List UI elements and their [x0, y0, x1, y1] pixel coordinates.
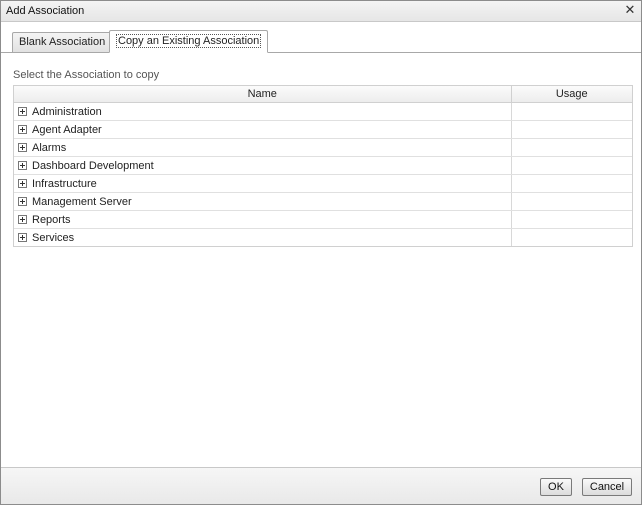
usage-cell [511, 210, 632, 229]
expand-plus-icon[interactable] [18, 215, 27, 224]
cancel-button[interactable]: Cancel [582, 478, 632, 496]
table-row[interactable]: Management Server [14, 192, 632, 211]
ok-button[interactable]: OK [540, 478, 572, 496]
row-name: Alarms [32, 141, 67, 154]
row-name: Infrastructure [32, 177, 97, 190]
name-cell[interactable]: Dashboard Development [14, 156, 512, 175]
name-cell-content: Services [14, 232, 511, 244]
close-icon[interactable]: ✕ [623, 3, 637, 17]
usage-cell [511, 102, 632, 121]
table-row[interactable]: Alarms [14, 138, 632, 157]
name-cell[interactable]: Infrastructure [14, 174, 512, 193]
name-cell[interactable]: Agent Adapter [14, 120, 512, 139]
dialog-footer: OK Cancel [1, 467, 641, 504]
table-row[interactable]: Reports [14, 210, 632, 229]
association-grid: Name Usage Administration Agent Adapter Al… [13, 85, 633, 247]
expand-plus-icon[interactable] [18, 161, 27, 170]
usage-cell [511, 120, 632, 139]
name-cell[interactable]: Administration [14, 102, 512, 121]
expand-plus-icon[interactable] [18, 143, 27, 152]
instructions-label: Select the Association to copy [13, 69, 160, 81]
add-association-dialog: Add Association ✕ Blank Association Copy… [0, 0, 642, 505]
table-row[interactable]: Administration [14, 102, 632, 121]
name-cell-content: Dashboard Development [14, 160, 511, 172]
dialog-title: Add Association [6, 5, 85, 17]
title-bar[interactable]: Add Association ✕ [1, 1, 641, 22]
table-row[interactable]: Agent Adapter [14, 120, 632, 139]
table-row[interactable]: Infrastructure [14, 174, 632, 193]
name-cell[interactable]: Management Server [14, 192, 512, 211]
name-cell[interactable]: Alarms [14, 138, 512, 157]
name-cell[interactable]: Reports [14, 210, 512, 229]
row-name: Reports [32, 213, 71, 226]
row-name: Management Server [32, 195, 132, 208]
tab-label: Copy an Existing Association [116, 34, 262, 48]
column-header-name[interactable]: Name [14, 86, 512, 103]
usage-cell [511, 192, 632, 211]
usage-cell [511, 138, 632, 157]
usage-cell [511, 174, 632, 193]
row-name: Administration [32, 105, 102, 118]
name-cell-content: Infrastructure [14, 178, 511, 190]
column-header-usage[interactable]: Usage [511, 86, 632, 103]
expand-plus-icon[interactable] [18, 179, 27, 188]
tab-blank-association[interactable]: Blank Association [12, 32, 113, 53]
table-row[interactable]: Dashboard Development [14, 156, 632, 175]
table-row[interactable]: Services [14, 228, 632, 247]
usage-cell [511, 156, 632, 175]
name-cell-content: Reports [14, 214, 511, 226]
expand-plus-icon[interactable] [18, 233, 27, 242]
name-cell-content: Administration [14, 106, 511, 118]
tab-copy-existing-association[interactable]: Copy an Existing Association [109, 30, 269, 53]
usage-cell [511, 229, 632, 247]
row-name: Agent Adapter [32, 123, 102, 136]
expand-plus-icon[interactable] [18, 125, 27, 134]
expand-plus-icon[interactable] [18, 107, 27, 116]
row-name: Services [32, 231, 75, 244]
name-cell-content: Management Server [14, 196, 511, 208]
expand-plus-icon[interactable] [18, 197, 27, 206]
tab-label: Blank Association [19, 36, 106, 48]
name-cell[interactable]: Services [14, 228, 512, 246]
tab-bar: Blank Association Copy an Existing Assoc… [1, 22, 641, 53]
name-cell-content: Alarms [14, 142, 511, 154]
row-name: Dashboard Development [32, 159, 154, 172]
name-cell-content: Agent Adapter [14, 124, 511, 136]
